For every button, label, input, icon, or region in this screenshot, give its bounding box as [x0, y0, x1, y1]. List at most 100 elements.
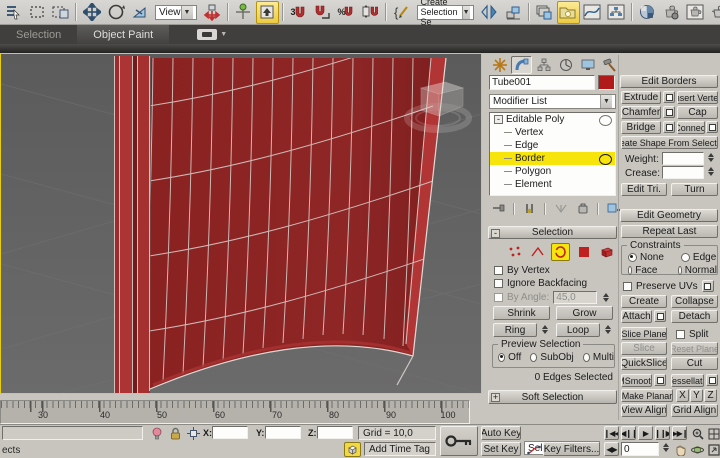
render-production-icon[interactable]: [708, 1, 720, 24]
preview-off-radio[interactable]: [498, 353, 505, 362]
shrink-button[interactable]: Shrink: [493, 306, 550, 320]
chamfer-settings-button[interactable]: [663, 106, 675, 118]
maximize-viewport-icon[interactable]: [705, 442, 720, 458]
by-vertex-checkbox[interactable]: [494, 266, 503, 275]
make-planar-z-button[interactable]: Z: [704, 389, 717, 402]
frame-spinner[interactable]: [661, 443, 671, 452]
view-align-button[interactable]: View Align: [621, 404, 667, 417]
object-color-swatch[interactable]: [598, 75, 615, 90]
key-mode-toggle-button[interactable]: ❙◀▶❙: [604, 442, 619, 456]
schematic-view-icon[interactable]: [605, 1, 628, 24]
curve-editor-icon[interactable]: [581, 1, 604, 24]
reference-coordinate-dropdown[interactable]: View ▼: [155, 5, 197, 20]
grid-align-button[interactable]: Grid Align: [671, 404, 718, 417]
stack-item-editable-poly[interactable]: - Editable Poly: [490, 113, 615, 126]
make-planar-x-button[interactable]: X: [676, 389, 689, 402]
stack-item-polygon[interactable]: Polygon: [490, 165, 615, 178]
maxscript-mini-listener[interactable]: [2, 426, 143, 440]
slice-button[interactable]: Slice: [621, 342, 667, 355]
crease-spinner[interactable]: [706, 167, 716, 176]
rendered-frame-window-icon[interactable]: [684, 1, 707, 24]
attach-button[interactable]: Attach: [621, 310, 652, 323]
cap-button[interactable]: Cap: [677, 106, 718, 119]
pan-hand-icon[interactable]: [672, 442, 689, 458]
window-crossing-icon[interactable]: [49, 1, 72, 24]
tessellate-button[interactable]: Tessellate: [671, 374, 704, 387]
ribbon-tab-selection[interactable]: Selection: [0, 25, 77, 44]
edit-geometry-rollout-header[interactable]: Edit Geometry: [620, 209, 718, 222]
rectangular-selection-region-icon[interactable]: [25, 1, 48, 24]
tab-hierarchy[interactable]: [533, 56, 554, 74]
tab-modify[interactable]: [511, 56, 532, 74]
preserve-uvs-settings-button[interactable]: [702, 280, 714, 292]
selection-lock-icon[interactable]: [166, 425, 184, 442]
remove-modifier-icon[interactable]: [573, 200, 592, 217]
crease-field[interactable]: [662, 166, 704, 179]
next-frame-button[interactable]: ❙❙▶: [655, 426, 670, 440]
orbit-icon[interactable]: [689, 442, 706, 458]
soft-selection-rollout-header[interactable]: + Soft Selection: [488, 390, 617, 404]
by-angle-spinner[interactable]: [601, 293, 611, 302]
go-to-start-button[interactable]: ❙◀◀: [604, 426, 619, 440]
y-coordinate-field[interactable]: [265, 426, 301, 439]
bridge-button[interactable]: Bridge: [621, 121, 661, 134]
go-to-end-button[interactable]: ▶▶❙: [672, 426, 687, 440]
stack-item-border[interactable]: Border: [490, 152, 615, 165]
constraint-normal-radio[interactable]: [678, 266, 682, 275]
msmooth-settings-button[interactable]: [654, 374, 666, 386]
reset-plane-button[interactable]: Reset Plane: [671, 342, 718, 355]
detach-button[interactable]: Detach: [671, 310, 718, 323]
play-button[interactable]: ▶: [638, 426, 653, 440]
z-coordinate-field[interactable]: [317, 426, 353, 439]
polygon-subobject-icon[interactable]: [574, 243, 593, 261]
tab-motion[interactable]: [555, 56, 576, 74]
mirror-icon[interactable]: [478, 1, 501, 24]
ribbon-tab-object-paint[interactable]: Object Paint: [77, 25, 169, 44]
default-tangent-icon[interactable]: [524, 442, 543, 458]
key-filters-button[interactable]: Key Filters...: [543, 442, 600, 456]
isolate-bulb-icon[interactable]: [148, 425, 166, 442]
insert-vertex-button[interactable]: Insert Vertex: [677, 91, 718, 104]
split-checkbox[interactable]: [676, 330, 685, 339]
tab-utilities[interactable]: [599, 56, 620, 74]
zoom-icon[interactable]: [689, 426, 706, 442]
layer-manager-icon[interactable]: [533, 1, 556, 24]
ring-button[interactable]: Ring: [493, 323, 537, 337]
tube-model[interactable]: [114, 54, 446, 393]
cut-button[interactable]: Cut: [671, 357, 718, 370]
use-pivot-point-center-icon[interactable]: [201, 1, 224, 24]
loop-spinner[interactable]: [603, 325, 613, 334]
named-selection-sets-dropdown[interactable]: Create Selection Se ▼: [417, 5, 474, 20]
create-button[interactable]: Create: [621, 295, 667, 308]
grow-button[interactable]: Grow: [556, 306, 613, 320]
select-by-name-icon[interactable]: [1, 1, 24, 24]
preview-multi-radio[interactable]: [583, 353, 590, 362]
select-and-scale-icon[interactable]: [128, 1, 151, 24]
ignore-backfacing-checkbox[interactable]: [494, 279, 503, 288]
constraint-face-radio[interactable]: [628, 266, 632, 275]
angle-snap-icon[interactable]: [311, 1, 334, 24]
extrude-button[interactable]: Extrude: [621, 91, 661, 104]
tessellate-settings-button[interactable]: [706, 374, 718, 386]
keyboard-shortcut-override-icon[interactable]: [256, 1, 279, 24]
tab-create[interactable]: [489, 56, 510, 74]
pin-stack-icon[interactable]: [489, 200, 508, 217]
loop-button[interactable]: Loop: [556, 323, 600, 337]
tab-display[interactable]: [577, 56, 598, 74]
by-angle-field[interactable]: 45,0: [553, 291, 597, 304]
add-time-tag[interactable]: Add Time Tag: [364, 442, 436, 456]
constraint-edge-radio[interactable]: [681, 253, 690, 262]
material-editor-icon[interactable]: [636, 1, 659, 24]
select-and-rotate-icon[interactable]: [104, 1, 127, 24]
align-icon[interactable]: [502, 1, 525, 24]
vertex-subobject-icon[interactable]: [505, 243, 524, 261]
absolute-offset-mode-icon[interactable]: [184, 425, 203, 442]
previous-frame-button[interactable]: ◀❙❙: [621, 426, 636, 440]
repeat-last-button[interactable]: Repeat Last: [621, 225, 718, 238]
ribbon-display-button[interactable]: ▼: [197, 25, 227, 44]
create-shape-button[interactable]: Create Shape From Selection: [621, 136, 718, 149]
element-subobject-icon[interactable]: [597, 243, 616, 261]
edit-named-selection-sets-icon[interactable]: {: [390, 1, 413, 24]
preserve-uvs-checkbox[interactable]: [623, 282, 632, 291]
connect-button[interactable]: Connect: [677, 121, 705, 134]
